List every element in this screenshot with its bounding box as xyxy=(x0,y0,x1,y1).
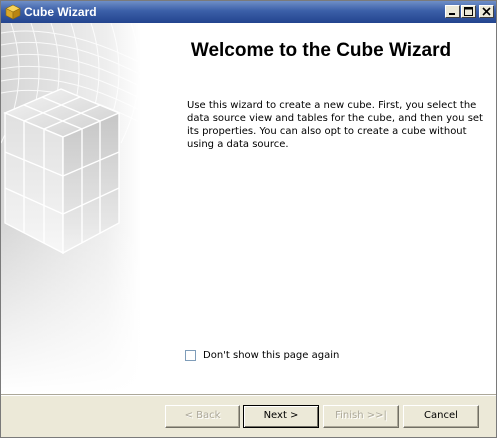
back-button[interactable]: < Back xyxy=(165,405,240,428)
page-title: Welcome to the Cube Wizard xyxy=(190,40,452,61)
minimize-icon xyxy=(449,13,455,15)
dont-show-again-label[interactable]: Don't show this page again xyxy=(203,350,339,361)
finish-button[interactable]: Finish >>| xyxy=(323,405,399,428)
cancel-button[interactable]: Cancel xyxy=(403,405,479,428)
next-button[interactable]: Next > xyxy=(243,405,319,428)
wizard-content: Welcome to the Cube Wizard Use this wiza… xyxy=(1,23,496,394)
window-title: Cube Wizard xyxy=(24,5,97,19)
maximize-icon xyxy=(464,7,473,16)
dont-show-again-checkbox[interactable] xyxy=(185,349,196,361)
maximize-button[interactable] xyxy=(461,5,476,18)
wizard-button-bar: < Back Next > Finish >>| Cancel xyxy=(1,394,496,437)
cube-illustration xyxy=(1,23,141,394)
cube-icon xyxy=(5,4,21,20)
title-bar[interactable]: Cube Wizard xyxy=(1,1,496,23)
footer-divider xyxy=(1,395,496,396)
close-button[interactable] xyxy=(479,5,494,18)
wizard-description: Use this wizard to create a new cube. Fi… xyxy=(187,100,483,150)
cube-wizard-window: Cube Wizard Welcome to the Cube Wizard U… xyxy=(0,0,497,438)
close-icon xyxy=(482,7,491,16)
minimize-button[interactable] xyxy=(445,5,460,18)
dont-show-again-option[interactable]: Don't show this page again xyxy=(185,348,339,362)
